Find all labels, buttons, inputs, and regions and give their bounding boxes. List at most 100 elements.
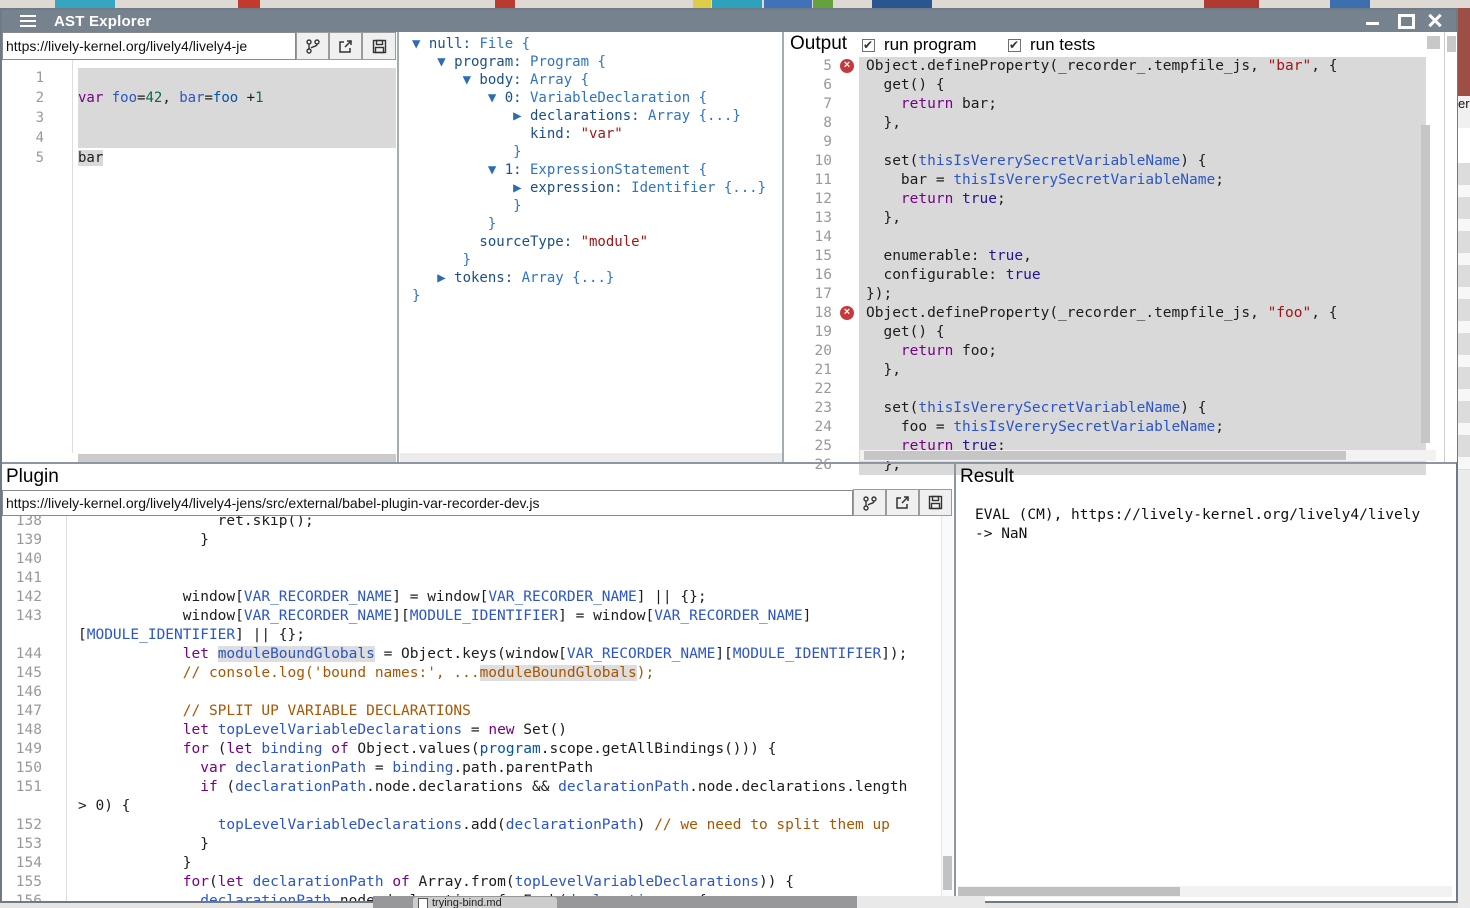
desktop-color-fragment bbox=[55, 0, 115, 8]
desktop-color-fragment bbox=[238, 0, 260, 8]
scrollbar-thumb[interactable] bbox=[958, 887, 1180, 896]
save-button[interactable] bbox=[362, 32, 396, 60]
ast-node[interactable]: ▼ body: Array { bbox=[412, 71, 792, 89]
code-line: 144 let moduleBoundGlobals = Object.keys… bbox=[2, 645, 952, 664]
background-rows bbox=[1458, 163, 1470, 470]
line-number: 14 bbox=[784, 228, 838, 247]
ast-node[interactable]: } bbox=[412, 251, 792, 269]
ast-tree[interactable]: ▼ null: File {▼ program: Program {▼ body… bbox=[399, 35, 792, 305]
section-divider bbox=[2, 462, 1456, 464]
error-marker-slot bbox=[838, 418, 859, 437]
code-line: 11 bar = thisIsVererySecretVariableName; bbox=[784, 171, 1444, 190]
background-tab[interactable]: trying-bind.md bbox=[413, 897, 557, 908]
run-tests-checkbox[interactable] bbox=[1008, 39, 1021, 52]
code-line: 139 } bbox=[2, 531, 952, 550]
desktop-color-fragment bbox=[1204, 0, 1259, 8]
code-text: // SPLIT UP VARIABLE DECLARATIONS bbox=[78, 702, 952, 721]
error-icon[interactable]: × bbox=[840, 59, 854, 73]
error-marker-slot bbox=[838, 285, 859, 304]
ast-node[interactable]: } bbox=[412, 215, 792, 233]
plugin-pane-title: Plugin bbox=[6, 466, 59, 488]
run-program-checkbox[interactable] bbox=[862, 39, 875, 52]
line-number: 12 bbox=[784, 190, 838, 209]
error-icon[interactable]: × bbox=[840, 306, 854, 320]
git-branch-icon bbox=[862, 495, 878, 511]
ast-node[interactable]: } bbox=[412, 143, 792, 161]
error-marker-slot bbox=[838, 456, 859, 475]
line-number: 26 bbox=[784, 456, 838, 475]
line-number: 150 bbox=[2, 759, 48, 778]
minimize-button[interactable] bbox=[1360, 10, 1386, 32]
hamburger-menu-icon[interactable] bbox=[20, 15, 36, 17]
save-icon bbox=[927, 494, 944, 511]
line-number: 154 bbox=[2, 854, 48, 873]
plugin-vertical-scrollbar[interactable] bbox=[941, 512, 953, 901]
source-url-input[interactable] bbox=[2, 32, 296, 60]
line-number: 148 bbox=[2, 721, 48, 740]
git-branch-button[interactable] bbox=[853, 489, 886, 516]
code-line: 22 bbox=[784, 380, 1444, 399]
code-line: 153 } bbox=[2, 835, 952, 854]
ast-node[interactable]: kind: "var" bbox=[412, 125, 792, 143]
output-horizontal-scrollbar[interactable] bbox=[860, 450, 1436, 461]
error-marker-slot bbox=[838, 437, 859, 456]
error-marker-slot bbox=[838, 323, 859, 342]
line-number: 140 bbox=[2, 550, 48, 569]
maximize-button[interactable] bbox=[1392, 10, 1418, 32]
code-line: 17}); bbox=[784, 285, 1444, 304]
open-external-button[interactable] bbox=[886, 489, 919, 516]
line-number: 156 bbox=[2, 892, 48, 901]
ast-node[interactable]: ▼ 0: VariableDeclaration { bbox=[412, 89, 792, 107]
background-text-fragment: er bbox=[1458, 96, 1470, 128]
ast-node[interactable]: } bbox=[412, 287, 792, 305]
code-line: 21 }, bbox=[784, 361, 1444, 380]
plugin-editor[interactable]: 138 ret.skip();139 }140141142 window[VAR… bbox=[2, 512, 952, 901]
save-button[interactable] bbox=[919, 489, 952, 516]
gutter-divider bbox=[72, 60, 73, 453]
source-editor[interactable]: 12var foo=42, bar=foo +1345bar bbox=[2, 68, 396, 168]
open-external-button[interactable] bbox=[329, 32, 362, 60]
code-text: } bbox=[78, 835, 952, 854]
line-number: 15 bbox=[784, 247, 838, 266]
git-branch-button[interactable] bbox=[296, 32, 329, 60]
code-text bbox=[859, 133, 1426, 152]
git-branch-icon bbox=[305, 38, 321, 54]
code-text bbox=[78, 68, 396, 88]
line-number: 3 bbox=[2, 108, 50, 128]
line-number: 25 bbox=[784, 437, 838, 456]
close-button[interactable] bbox=[1422, 10, 1448, 32]
line-number: 7 bbox=[784, 95, 838, 114]
scrollbar-thumb[interactable] bbox=[1447, 36, 1456, 52]
ast-node[interactable]: ▶ declarations: Array {...} bbox=[412, 107, 792, 125]
line-number: 11 bbox=[784, 171, 838, 190]
code-line: 12 return true; bbox=[784, 190, 1444, 209]
output-editor[interactable]: 5×Object.defineProperty(_recorder_.tempf… bbox=[784, 57, 1444, 475]
code-text bbox=[859, 228, 1426, 247]
ast-node[interactable]: } bbox=[412, 197, 792, 215]
code-text: return true; bbox=[859, 190, 1426, 209]
window-scrollbar[interactable] bbox=[1444, 32, 1457, 462]
ast-node[interactable]: ▶ expression: Identifier {...} bbox=[412, 179, 792, 197]
plugin-url-input[interactable] bbox=[2, 490, 853, 516]
scrollbar-thumb[interactable] bbox=[864, 451, 1346, 460]
result-horizontal-scrollbar[interactable] bbox=[958, 886, 1452, 897]
code-text bbox=[78, 550, 952, 569]
window-title: AST Explorer bbox=[54, 13, 151, 30]
code-text: // console.log('bound names:', ...module… bbox=[78, 664, 952, 683]
scrollbar-thumb[interactable] bbox=[943, 856, 952, 890]
desktop-color-fragment bbox=[495, 0, 515, 8]
ast-node[interactable]: ▼ program: Program { bbox=[412, 53, 792, 71]
code-line: 141 bbox=[2, 569, 952, 588]
line-number: 5 bbox=[784, 57, 838, 76]
code-line: 145 // console.log('bound names:', ...mo… bbox=[2, 664, 952, 683]
output-vertical-scrollbar[interactable] bbox=[1421, 125, 1430, 443]
code-text: set(thisIsVererySecretVariableName) { bbox=[859, 152, 1426, 171]
ast-node[interactable]: ▼ 1: ExpressionStatement { bbox=[412, 161, 792, 179]
line-number: 149 bbox=[2, 740, 48, 759]
ast-node[interactable]: ▼ null: File { bbox=[412, 35, 792, 53]
code-text: return bar; bbox=[859, 95, 1426, 114]
ast-node[interactable]: sourceType: "module" bbox=[412, 233, 792, 251]
ast-node[interactable]: ▶ tokens: Array {...} bbox=[412, 269, 792, 287]
title-bar[interactable]: AST Explorer bbox=[2, 10, 1456, 32]
line-number: 143 bbox=[2, 607, 48, 626]
